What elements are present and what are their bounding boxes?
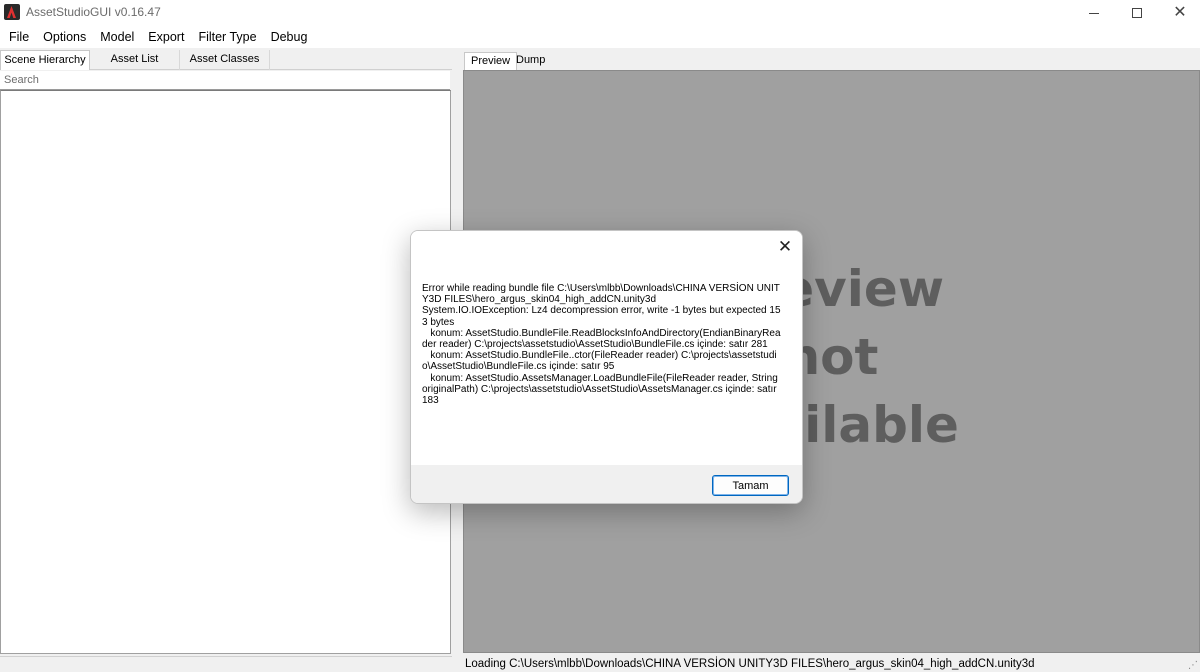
minimize-icon <box>1089 12 1099 14</box>
error-message: Error while reading bundle file C:\Users… <box>422 283 781 407</box>
dialog-close-button[interactable]: ✕ <box>774 235 796 257</box>
app-logo-icon <box>4 4 20 20</box>
maximize-icon <box>1132 8 1142 18</box>
left-tab-strip: Scene Hierarchy Asset List Asset Classes <box>0 50 452 70</box>
status-bar: Loading C:\Users\mlbb\Downloads\CHINA VE… <box>460 656 1200 672</box>
dialog-body: Error while reading bundle file C:\Users… <box>411 259 802 465</box>
close-icon: ✕ <box>777 236 793 256</box>
status-text: Loading C:\Users\mlbb\Downloads\CHINA VE… <box>465 658 1035 670</box>
menu-debug[interactable]: Debug <box>264 26 315 48</box>
menu-filter-type[interactable]: Filter Type <box>191 26 263 48</box>
tab-dump[interactable]: Dump <box>510 52 551 70</box>
menu-bar: File Options Model Export Filter Type De… <box>0 26 1200 48</box>
resize-grip-icon[interactable]: ⋰ <box>1188 661 1198 671</box>
menu-export[interactable]: Export <box>141 26 191 48</box>
window-titlebar: AssetStudioGUI v0.16.47 ✕ <box>0 0 1200 26</box>
search-input[interactable] <box>0 71 450 90</box>
menu-file[interactable]: File <box>2 26 36 48</box>
error-dialog: ✕ Error while reading bundle file C:\Use… <box>410 230 803 504</box>
close-icon: ✕ <box>1173 4 1187 21</box>
dialog-titlebar: ✕ <box>411 231 802 259</box>
tab-asset-classes[interactable]: Asset Classes <box>180 50 270 70</box>
dialog-footer: Tamam <box>411 465 802 503</box>
minimize-button[interactable] <box>1072 0 1116 26</box>
tab-scene-hierarchy[interactable]: Scene Hierarchy <box>0 50 90 70</box>
menu-model[interactable]: Model <box>93 26 141 48</box>
window-title: AssetStudioGUI v0.16.47 <box>26 5 161 19</box>
left-status-strip <box>0 656 452 672</box>
right-tab-strip: Preview Dump <box>460 50 1200 70</box>
scene-hierarchy-tree[interactable] <box>0 90 451 654</box>
maximize-button[interactable] <box>1115 0 1159 26</box>
ok-button[interactable]: Tamam <box>712 475 789 496</box>
tab-asset-list[interactable]: Asset List <box>90 50 180 70</box>
close-window-button[interactable]: ✕ <box>1158 0 1200 26</box>
menu-options[interactable]: Options <box>36 26 93 48</box>
